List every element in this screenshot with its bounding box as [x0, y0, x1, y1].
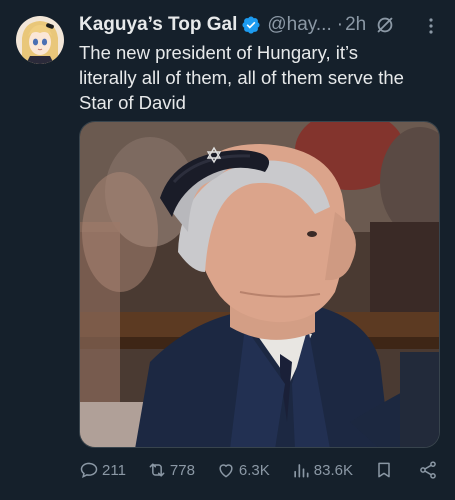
user-handle[interactable]: @hay... [267, 14, 331, 36]
bookmark-icon [378, 462, 390, 478]
tweet-image[interactable] [79, 121, 440, 448]
like-button[interactable]: 6.3K [216, 460, 270, 480]
retweet-count: 778 [169, 461, 195, 479]
verified-badge-icon [241, 15, 261, 35]
share-button[interactable] [418, 460, 441, 480]
bookmark-button[interactable] [374, 460, 397, 480]
reply-button[interactable]: 211 [79, 460, 126, 480]
more-options-icon[interactable] [421, 16, 441, 36]
grok-icon[interactable] [374, 14, 396, 36]
views-count: 83.6K [313, 461, 353, 479]
retweet-icon [149, 463, 165, 477]
like-count: 6.3K [238, 461, 270, 479]
retweet-button[interactable]: 778 [147, 460, 195, 480]
avatar[interactable] [16, 16, 64, 64]
tweet-text: The new president of Hungary, it’s liter… [79, 42, 404, 113]
reply-icon [80, 462, 98, 479]
display-name[interactable]: Kaguya’s Top Gal [79, 14, 237, 36]
timestamp[interactable]: 2h [345, 14, 366, 36]
tweet-card[interactable]: Kaguya’s Top Gal @hay... · 2h The new pr… [0, 0, 455, 500]
share-icon [420, 461, 436, 479]
reply-count: 211 [102, 461, 126, 479]
views-button[interactable]: 83.6K [291, 460, 353, 480]
views-icon [294, 464, 309, 478]
separator-dot: · [336, 14, 344, 35]
tweet-actions: 211 778 6.3K 83.6K [79, 458, 441, 482]
heart-icon [219, 464, 233, 478]
tweet-header: Kaguya’s Top Gal @hay... · 2h [79, 12, 439, 38]
